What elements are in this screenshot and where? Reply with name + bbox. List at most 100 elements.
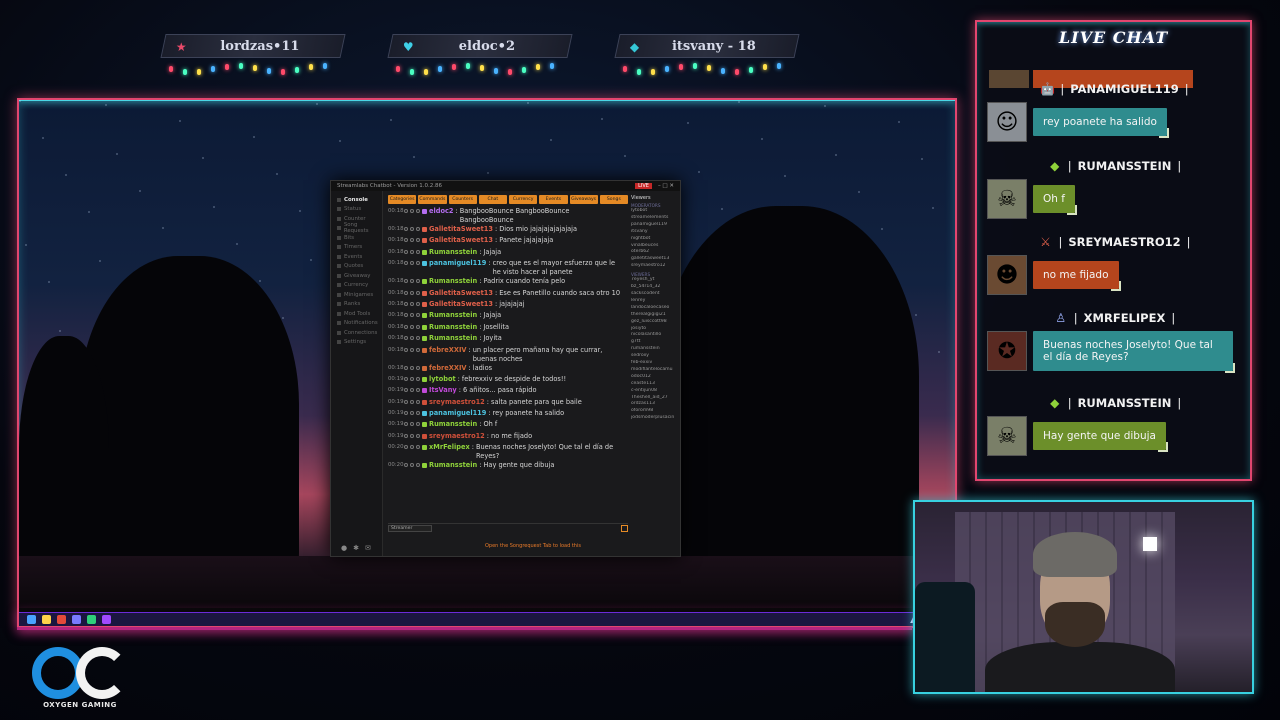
message-user[interactable]: eldoc2: [429, 207, 453, 216]
viewer-entry[interactable]: josiyto: [631, 326, 681, 333]
moderation-button[interactable]: [416, 290, 420, 295]
moderation-button[interactable]: [410, 411, 414, 416]
viewer-entry[interactable]: bz_54r14_32: [631, 284, 681, 291]
message-user[interactable]: sreymaestro12: [429, 432, 485, 441]
moderation-button[interactable]: [410, 336, 414, 341]
sidebar-item[interactable]: Song Requests: [331, 222, 382, 234]
moderation-button[interactable]: [410, 376, 414, 381]
moderation-button[interactable]: [404, 249, 408, 254]
viewer-entry[interactable]: ordzas113: [631, 401, 681, 408]
moderation-button[interactable]: [410, 279, 414, 284]
message-user[interactable]: Rumansstein: [429, 277, 477, 286]
moderation-button[interactable]: [410, 433, 414, 438]
moderation-button[interactable]: [404, 290, 408, 295]
chatbot-tab[interactable]: Giveaways: [569, 195, 598, 204]
moderation-button[interactable]: [410, 463, 414, 468]
message-user[interactable]: GalletitaSweet13: [429, 289, 493, 298]
moderation-button[interactable]: [416, 388, 420, 393]
chatbot-tab[interactable]: Chat Triggers: [478, 195, 507, 211]
moderation-button[interactable]: [410, 388, 414, 393]
chatbot-tab[interactable]: Songs: [599, 195, 628, 204]
viewer-entry[interactable]: modifiantelocamu: [631, 367, 681, 374]
moderation-button[interactable]: [404, 365, 408, 370]
moderation-button[interactable]: [416, 238, 420, 243]
moderation-button[interactable]: [416, 365, 420, 370]
sidebar-item[interactable]: Notifications: [331, 319, 382, 329]
moderator-entry[interactable]: sreymaestro12: [631, 263, 681, 270]
message-user[interactable]: xMrFelipex: [429, 443, 470, 452]
moderation-button[interactable]: [404, 463, 408, 468]
moderation-button[interactable]: [404, 433, 408, 438]
moderation-button[interactable]: [404, 347, 408, 352]
moderation-button[interactable]: [410, 238, 414, 243]
chatbot-tab[interactable]: Counters: [448, 195, 477, 204]
viewer-entry[interactable]: feb-exxiv: [631, 360, 681, 367]
message-user[interactable]: Rumansstein: [429, 311, 477, 320]
moderation-button[interactable]: [416, 324, 420, 329]
message-user[interactable]: Rumansstein: [429, 334, 477, 343]
moderation-button[interactable]: [404, 227, 408, 231]
message-user[interactable]: Rumansstein: [429, 461, 477, 470]
chat-username[interactable]: PANAMIGUEL119: [1070, 82, 1179, 96]
moderation-button[interactable]: [404, 313, 408, 318]
user-icon[interactable]: ●: [341, 544, 347, 552]
chat-username[interactable]: SREYMAESTRO12: [1068, 235, 1180, 249]
viewer-entry[interactable]: gez_luisccott98: [631, 319, 681, 326]
moderation-button[interactable]: [416, 301, 420, 306]
mail-icon[interactable]: ✉: [365, 544, 371, 552]
moderation-button[interactable]: [416, 313, 420, 318]
moderation-button[interactable]: [416, 376, 420, 381]
viewer-entry[interactable]: oforom98: [631, 408, 681, 415]
moderation-button[interactable]: [410, 347, 414, 352]
moderation-button[interactable]: [416, 463, 420, 468]
window-controls[interactable]: – □ ✕: [658, 183, 674, 189]
sidebar-item[interactable]: Ranks: [331, 300, 382, 310]
moderation-button[interactable]: [410, 209, 414, 213]
chatbot-tab[interactable]: Categories: [388, 195, 417, 204]
chat-username[interactable]: RUMANSSTEIN: [1078, 396, 1172, 410]
viewer-entry[interactable]: ceaste113: [631, 381, 681, 388]
moderation-button[interactable]: [404, 336, 408, 341]
message-user[interactable]: GalletitaSweet13: [429, 225, 493, 234]
moderation-button[interactable]: [404, 301, 408, 306]
moderator-entry[interactable]: lytobot: [631, 208, 681, 215]
moderation-button[interactable]: [404, 261, 408, 266]
moderation-button[interactable]: [416, 347, 420, 352]
moderation-button[interactable]: [416, 411, 420, 416]
moderation-button[interactable]: [416, 336, 420, 341]
sidebar-item[interactable]: Connections: [331, 328, 382, 338]
sidebar-item[interactable]: Status: [331, 205, 382, 215]
moderation-button[interactable]: [410, 261, 414, 266]
moderation-button[interactable]: [416, 279, 420, 284]
viewer-entry[interactable]: c-entijun08: [631, 388, 681, 395]
moderation-button[interactable]: [410, 399, 414, 404]
chatbot-tab[interactable]: Currency: [509, 195, 538, 204]
viewer-entry[interactable]: sackscodent: [631, 291, 681, 298]
message-user[interactable]: Rumansstein: [429, 420, 477, 429]
viewer-entry[interactable]: Theshell_aid_27: [631, 395, 681, 402]
sidebar-item[interactable]: Console: [331, 195, 382, 205]
viewer-entry[interactable]: sedroxy: [631, 353, 681, 360]
moderation-button[interactable]: [404, 279, 408, 284]
moderation-button[interactable]: [410, 290, 414, 295]
moderation-button[interactable]: [416, 209, 420, 213]
moderation-button[interactable]: [404, 376, 408, 381]
chat-username[interactable]: XMRFELIPEX: [1084, 311, 1166, 325]
moderation-button[interactable]: [416, 399, 420, 404]
moderation-button[interactable]: [410, 422, 414, 427]
sidebar-item[interactable]: Mod Tools: [331, 309, 382, 319]
moderation-button[interactable]: [416, 433, 420, 438]
moderation-button[interactable]: [410, 365, 414, 370]
sidebar-item[interactable]: Giveaway: [331, 271, 382, 281]
chatbot-tab[interactable]: Events: [539, 195, 568, 204]
chatbot-tab[interactable]: Commands: [418, 195, 447, 204]
sidebar-item[interactable]: Currency: [331, 281, 382, 291]
moderation-button[interactable]: [404, 238, 408, 243]
sidebar-item[interactable]: Bits: [331, 233, 382, 243]
moderation-button[interactable]: [404, 399, 408, 404]
gear-icon[interactable]: ✱: [353, 544, 359, 552]
message-user[interactable]: panamiguel119: [429, 259, 486, 268]
moderator-entry[interactable]: oterb62: [631, 249, 681, 256]
moderator-entry[interactable]: galletitasweet13: [631, 256, 681, 263]
message-user[interactable]: Rumansstein: [429, 323, 477, 332]
